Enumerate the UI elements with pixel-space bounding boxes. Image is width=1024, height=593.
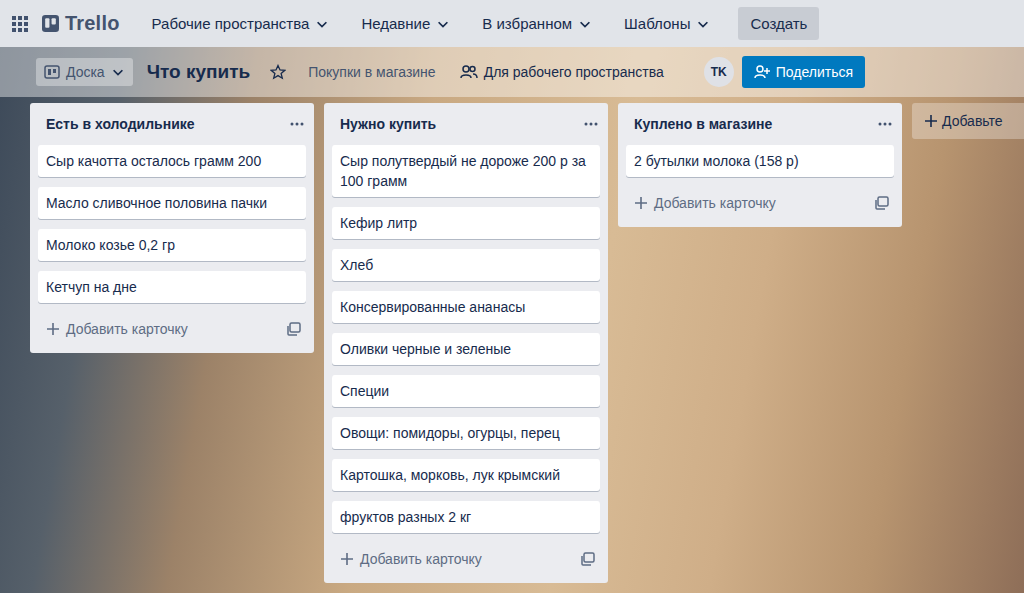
list-footer: Добавить карточку <box>332 543 600 575</box>
add-card-label: Добавить карточку <box>654 195 776 211</box>
logo-text: Trello <box>65 12 120 35</box>
chevron-down-icon <box>111 65 125 79</box>
board-title[interactable]: Что купить <box>141 57 257 87</box>
list-header: Куплено в магазине <box>626 103 894 145</box>
trello-app: Trello Рабочие пространства Недавние В избр… <box>0 0 1024 593</box>
nav-menu[interactable]: Недавние <box>351 7 460 40</box>
card[interactable]: Сыр качотта осталось грамм 200 <box>38 145 306 177</box>
visibility-button[interactable]: Для рабочего пространства <box>452 58 672 86</box>
add-card-label: Добавить карточку <box>360 551 482 567</box>
nav-menu[interactable]: В избранном <box>472 7 602 40</box>
add-card-label: Добавить карточку <box>66 321 188 337</box>
more-dots-icon[interactable] <box>876 115 894 133</box>
list-footer: Добавить карточку <box>38 313 306 345</box>
add-card-button[interactable]: Добавить карточку <box>340 551 482 567</box>
list-header: Нужно купить <box>332 103 600 145</box>
nav-menu-label: Недавние <box>361 15 430 32</box>
nav-menu[interactable]: Рабочие пространства <box>142 7 340 40</box>
card[interactable]: Овощи: помидоры, огурцы, перец <box>332 417 600 449</box>
board-header: Доска Что купить Покупки в магазине Для раб… <box>0 47 1024 97</box>
view-label: Доска <box>66 64 105 80</box>
board-description[interactable]: Покупки в магазине <box>300 58 443 86</box>
more-dots-icon[interactable] <box>582 115 600 133</box>
card[interactable]: Консервированные ананасы <box>332 291 600 323</box>
board-icon <box>44 64 60 80</box>
nav-menu-label: Рабочие пространства <box>152 15 310 32</box>
create-button[interactable]: Создать <box>738 7 819 40</box>
add-list-label: Добавьте <box>942 113 1003 129</box>
trello-logo-icon <box>42 15 59 32</box>
list: Нужно купить Сыр полутвердый не дороже 20… <box>324 103 608 583</box>
list: Есть в холодильнике Сыр качотта осталось … <box>30 103 314 353</box>
list-footer: Добавить карточку <box>626 187 894 219</box>
list-title[interactable]: Куплено в магазине <box>634 114 772 134</box>
plus-icon <box>634 196 648 210</box>
plus-icon <box>924 114 938 128</box>
card[interactable]: Оливки черные и зеленые <box>332 333 600 365</box>
top-bar: Trello Рабочие пространства Недавние В избр… <box>0 0 1024 47</box>
list: Куплено в магазине 2 бутылки молока (158 … <box>618 103 902 227</box>
card[interactable]: Хлеб <box>332 249 600 281</box>
card-template-icon[interactable] <box>286 321 302 337</box>
member-avatar[interactable]: TK <box>704 57 734 87</box>
add-card-button[interactable]: Добавить карточку <box>634 195 776 211</box>
star-icon[interactable] <box>264 64 292 80</box>
add-person-icon <box>754 64 770 80</box>
list-title[interactable]: Есть в холодильнике <box>46 114 195 134</box>
share-label: Поделиться <box>776 64 853 80</box>
add-list-button[interactable]: Добавьте <box>912 103 1024 139</box>
view-switch[interactable]: Доска <box>36 58 133 86</box>
chevron-down-icon <box>436 17 450 31</box>
card[interactable]: 2 бутылки молока (158 р) <box>626 145 894 177</box>
chevron-down-icon <box>696 17 710 31</box>
nav-menu-label: В избранном <box>482 15 572 32</box>
card[interactable]: Кефир литр <box>332 207 600 239</box>
list-header: Есть в холодильнике <box>38 103 306 145</box>
card[interactable]: Картошка, морковь, лук крымский <box>332 459 600 491</box>
share-button[interactable]: Поделиться <box>742 56 865 88</box>
nav-menu-label: Шаблоны <box>624 15 690 32</box>
plus-icon <box>46 322 60 336</box>
card-template-icon[interactable] <box>874 195 890 211</box>
plus-icon <box>340 552 354 566</box>
card-template-icon[interactable] <box>580 551 596 567</box>
people-icon <box>460 64 478 80</box>
apps-grid-icon[interactable] <box>12 16 28 32</box>
card[interactable]: Кетчуп на дне <box>38 271 306 303</box>
visibility-label: Для рабочего пространства <box>484 64 664 80</box>
chevron-down-icon <box>315 17 329 31</box>
list-title[interactable]: Нужно купить <box>340 114 436 134</box>
card[interactable]: фруктов разных 2 кг <box>332 501 600 533</box>
add-card-button[interactable]: Добавить карточку <box>46 321 188 337</box>
more-dots-icon[interactable] <box>288 115 306 133</box>
card[interactable]: Молоко козье 0,2 гр <box>38 229 306 261</box>
card[interactable]: Масло сливочное половина пачки <box>38 187 306 219</box>
card[interactable]: Специи <box>332 375 600 407</box>
board-canvas: Есть в холодильнике Сыр качотта осталось … <box>0 97 1024 593</box>
card[interactable]: Сыр полутвердый не дороже 200 р за 100 г… <box>332 145 600 197</box>
nav-menu[interactable]: Шаблоны <box>614 7 720 40</box>
chevron-down-icon <box>578 17 592 31</box>
trello-logo[interactable]: Trello <box>42 12 120 35</box>
